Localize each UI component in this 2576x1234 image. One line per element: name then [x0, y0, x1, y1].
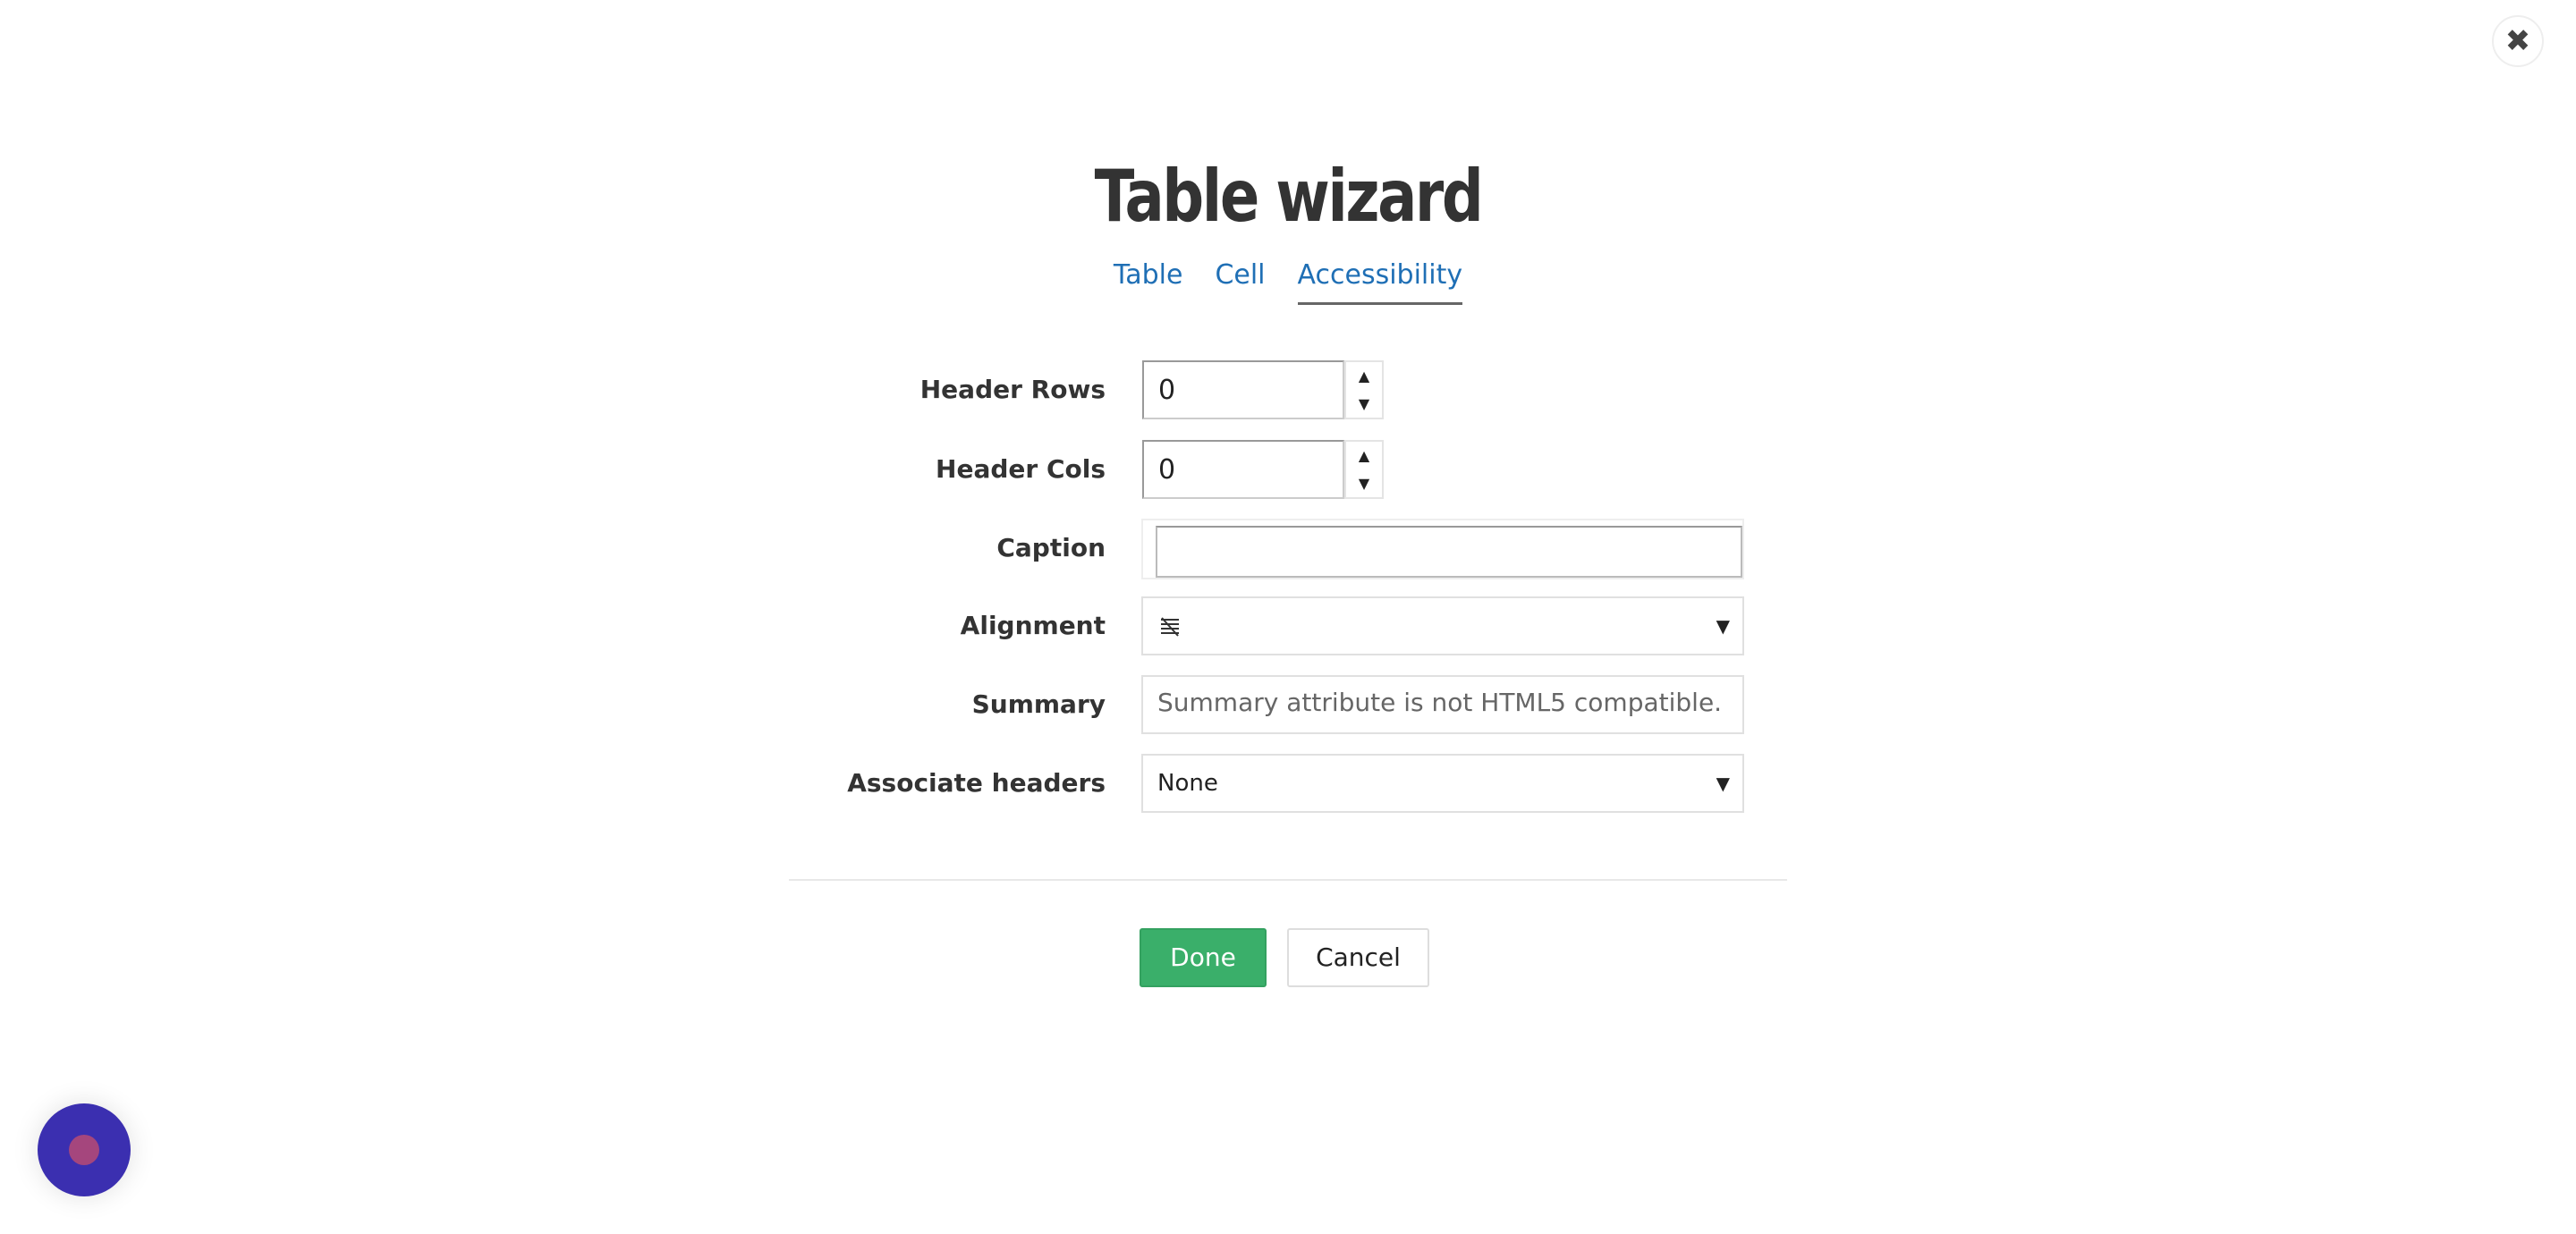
done-button[interactable]: Done: [1140, 928, 1267, 987]
decrement-arrow-icon[interactable]: ▼: [1346, 469, 1382, 497]
caption-label: Caption: [996, 533, 1106, 562]
summary-input[interactable]: Summary attribute is not HTML5 compatibl…: [1141, 675, 1744, 734]
increment-arrow-icon[interactable]: ▲: [1346, 442, 1382, 469]
wizard-tabs: Table Cell Accessibility: [0, 258, 2576, 305]
cancel-button[interactable]: Cancel: [1287, 928, 1429, 987]
close-button[interactable]: ✖: [2492, 15, 2544, 67]
header-rows-input[interactable]: 0: [1142, 360, 1344, 419]
alignment-row: Alignment ▼: [0, 596, 2576, 655]
chevron-down-icon: ▼: [1716, 773, 1730, 794]
decrement-arrow-icon[interactable]: ▼: [1346, 390, 1382, 418]
tab-accessibility[interactable]: Accessibility: [1297, 258, 1463, 305]
table-wizard-page: ✖ Table wizard Table Cell Accessibility …: [0, 0, 2576, 1234]
no-alignment-icon: [1161, 617, 1179, 637]
header-rows-row: Header Rows 0 ▲ ▼: [0, 360, 2576, 419]
header-cols-input[interactable]: 0: [1142, 440, 1344, 499]
alignment-select[interactable]: ▼: [1141, 596, 1744, 655]
associate-headers-label: Associate headers: [847, 768, 1106, 798]
close-icon: ✖: [2504, 23, 2531, 59]
associate-headers-row: Associate headers None ▼: [0, 754, 2576, 813]
tab-table[interactable]: Table: [1114, 258, 1183, 305]
dialog-title: Table wizard: [1094, 155, 1484, 238]
header-cols-row: Header Cols 0 ▲ ▼: [0, 440, 2576, 499]
summary-label: Summary: [971, 689, 1106, 719]
alignment-label: Alignment: [960, 611, 1106, 640]
header-rows-label: Header Rows: [919, 375, 1106, 404]
header-cols-label: Header Cols: [936, 454, 1106, 484]
increment-arrow-icon[interactable]: ▲: [1346, 362, 1382, 390]
caption-input[interactable]: [1156, 526, 1742, 578]
associate-headers-value: None: [1157, 770, 1218, 797]
associate-headers-select[interactable]: None ▼: [1141, 754, 1744, 813]
footer-divider: [789, 879, 1787, 881]
tab-cell[interactable]: Cell: [1215, 258, 1265, 305]
header-cols-spinner: ▲ ▼: [1344, 440, 1384, 499]
chat-launcher-button[interactable]: [38, 1103, 131, 1196]
chevron-down-icon: ▼: [1716, 615, 1730, 637]
chat-icon: [69, 1135, 99, 1165]
caption-row: Caption: [0, 519, 2576, 579]
header-rows-spinner: ▲ ▼: [1344, 360, 1384, 419]
caption-editor: [1141, 519, 1744, 579]
summary-row: Summary Summary attribute is not HTML5 c…: [0, 675, 2576, 734]
